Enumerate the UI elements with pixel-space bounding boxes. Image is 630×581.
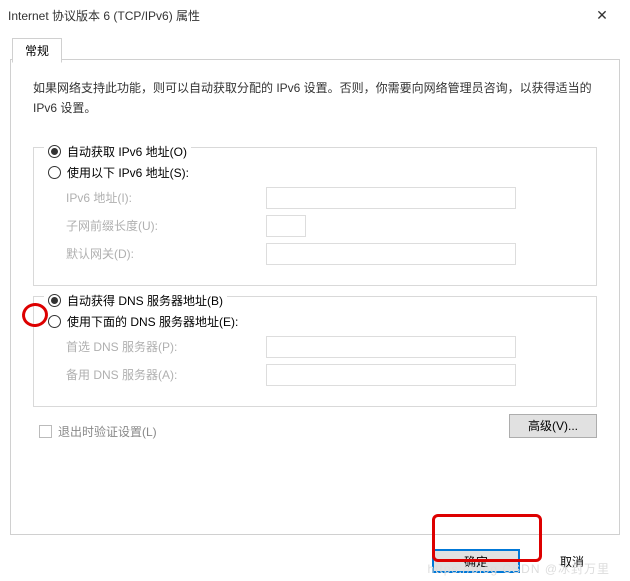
dialog-footer: 确定 取消	[432, 549, 616, 573]
prefix-input[interactable]	[266, 215, 306, 237]
radio-ip-auto-label: 自动获取 IPv6 地址(O)	[67, 143, 187, 160]
pref-dns-label: 首选 DNS 服务器(P):	[66, 338, 266, 355]
content-area: 常规 如果网络支持此功能，则可以自动获取分配的 IPv6 设置。否则，你需要向网…	[0, 30, 630, 535]
radio-icon	[48, 145, 61, 158]
window-title: Internet 协议版本 6 (TCP/IPv6) 属性	[8, 7, 582, 24]
alt-dns-label: 备用 DNS 服务器(A):	[66, 366, 266, 383]
pref-dns-input[interactable]	[266, 336, 516, 358]
field-pref-dns: 首选 DNS 服务器(P):	[66, 336, 582, 358]
field-ipv6-address: IPv6 地址(I):	[66, 187, 582, 209]
gateway-label: 默认网关(D):	[66, 245, 266, 262]
gateway-input[interactable]	[266, 243, 516, 265]
tab-panel: 如果网络支持此功能，则可以自动获取分配的 IPv6 设置。否则，你需要向网络管理…	[10, 60, 620, 535]
ipv6-address-label: IPv6 地址(I):	[66, 189, 266, 206]
radio-dns-manual-label: 使用下面的 DNS 服务器地址(E):	[67, 313, 238, 330]
tab-general[interactable]: 常规	[12, 38, 62, 63]
ipv6-address-input[interactable]	[266, 187, 516, 209]
intro-text: 如果网络支持此功能，则可以自动获取分配的 IPv6 设置。否则，你需要向网络管理…	[33, 78, 597, 119]
ok-button[interactable]: 确定	[432, 549, 520, 573]
radio-icon	[48, 166, 61, 179]
prefix-label: 子网前缀长度(U):	[66, 217, 266, 234]
checkbox-icon	[39, 425, 52, 438]
radio-ip-manual[interactable]: 使用以下 IPv6 地址(S):	[48, 164, 582, 181]
field-alt-dns: 备用 DNS 服务器(A):	[66, 364, 582, 386]
alt-dns-input[interactable]	[266, 364, 516, 386]
close-icon[interactable]: ✕	[582, 7, 622, 24]
radio-dns-auto-label: 自动获得 DNS 服务器地址(B)	[67, 292, 223, 309]
radio-icon	[48, 315, 61, 328]
radio-ip-auto[interactable]: 自动获取 IPv6 地址(O)	[44, 143, 191, 160]
dns-group: 自动获得 DNS 服务器地址(B) 使用下面的 DNS 服务器地址(E): 首选…	[33, 296, 597, 407]
radio-icon	[48, 294, 61, 307]
cancel-button[interactable]: 取消	[528, 549, 616, 573]
advanced-button[interactable]: 高级(V)...	[509, 414, 597, 438]
titlebar: Internet 协议版本 6 (TCP/IPv6) 属性 ✕	[0, 0, 630, 30]
radio-dns-manual[interactable]: 使用下面的 DNS 服务器地址(E):	[48, 313, 582, 330]
field-gateway: 默认网关(D):	[66, 243, 582, 265]
radio-ip-manual-label: 使用以下 IPv6 地址(S):	[67, 164, 189, 181]
field-prefix: 子网前缀长度(U):	[66, 215, 582, 237]
radio-dns-auto[interactable]: 自动获得 DNS 服务器地址(B)	[44, 292, 227, 309]
validate-label: 退出时验证设置(L)	[58, 423, 157, 440]
ip-group: 自动获取 IPv6 地址(O) 使用以下 IPv6 地址(S): IPv6 地址…	[33, 147, 597, 286]
tab-strip: 常规	[10, 38, 620, 60]
